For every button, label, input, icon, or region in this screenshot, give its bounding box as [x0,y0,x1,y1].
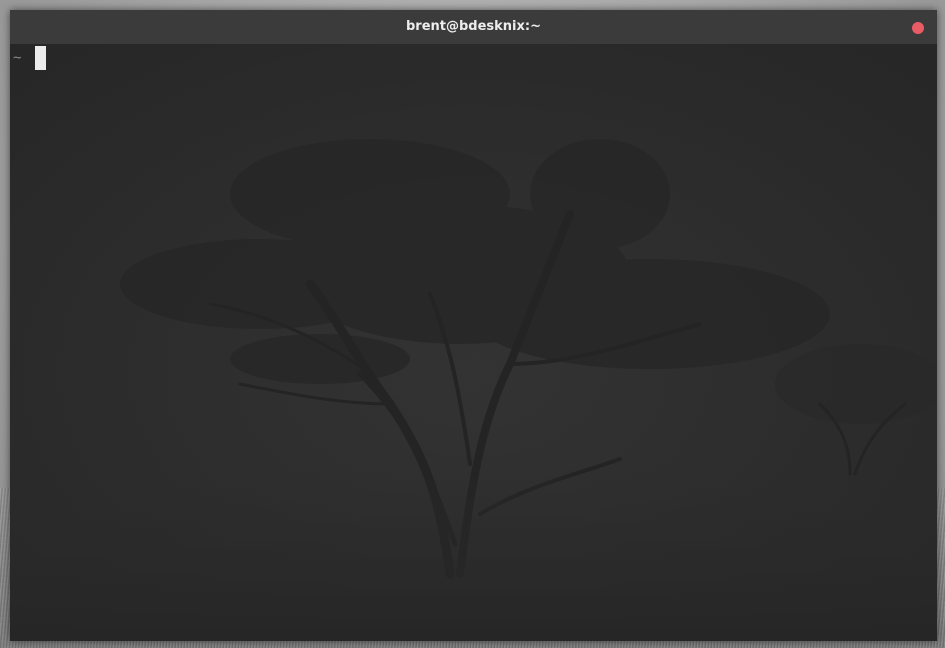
terminal-content[interactable]: ~ [10,44,937,641]
prompt-line[interactable]: ~ [13,46,46,70]
text-cursor [35,46,46,70]
title-bar[interactable]: brent@bdesknix:~ [10,10,937,44]
close-icon[interactable] [912,22,924,34]
window-title: brent@bdesknix:~ [405,19,541,34]
terminal-window[interactable]: brent@bdesknix:~ ~ [10,10,937,641]
prompt-symbol: ~ [13,50,22,66]
tree-wallpaper-background [10,44,937,641]
